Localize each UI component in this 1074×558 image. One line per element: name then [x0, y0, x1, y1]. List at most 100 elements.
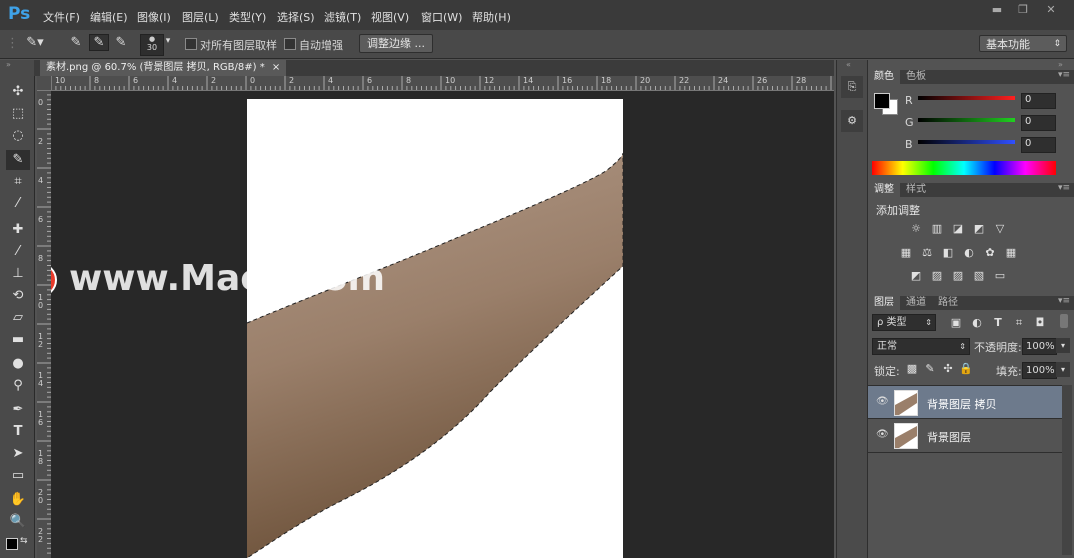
invert-icon[interactable]: ◩ [908, 269, 924, 282]
channel-r-input[interactable]: 0 [1021, 93, 1056, 109]
add-to-selection-icon[interactable]: ✎ [89, 34, 109, 51]
move-tool-icon[interactable]: ✣ [6, 82, 30, 102]
tab-swatches[interactable]: 色板 [900, 70, 932, 84]
filter-toggle[interactable] [1060, 314, 1068, 328]
healing-brush-tool-icon[interactable]: ✚ [6, 220, 30, 240]
menu-filter[interactable]: 滤镜(T) [324, 9, 361, 25]
fill-input[interactable]: 100% [1022, 362, 1057, 379]
filter-adjustment-icon[interactable]: ◐ [969, 316, 985, 329]
brightness-contrast-icon[interactable]: ☼ [908, 222, 924, 235]
posterize-icon[interactable]: ▨ [929, 269, 945, 282]
vibrance-icon[interactable]: ▽ [992, 222, 1008, 235]
menu-type[interactable]: 类型(Y) [229, 9, 266, 25]
quick-selection-preset-icon[interactable]: ✎▾ [20, 35, 50, 50]
filter-shape-icon[interactable]: ⌗ [1011, 316, 1027, 330]
foreground-color-swatch[interactable] [6, 538, 18, 550]
blur-tool-icon[interactable]: ● [6, 354, 30, 374]
curves-icon[interactable]: ◪ [950, 222, 966, 235]
history-panel-icon[interactable]: ⎘ [841, 76, 863, 98]
zoom-tool-icon[interactable]: 🔍 [6, 512, 30, 532]
menu-image[interactable]: 图像(I) [137, 9, 171, 25]
document-tab[interactable]: 素材.png @ 60.7% (背景图层 拷贝, RGB/8#) * × [40, 60, 287, 76]
menu-help[interactable]: 帮助(H) [472, 9, 511, 25]
chevron-down-icon[interactable]: ▾ [1056, 362, 1070, 377]
levels-icon[interactable]: ▥ [929, 222, 945, 235]
blend-mode-select[interactable]: 正常 ⇕ [872, 338, 970, 355]
menu-layer[interactable]: 图层(L) [182, 9, 219, 25]
menu-view[interactable]: 视图(V) [371, 9, 409, 25]
gradient-tool-icon[interactable]: ▬ [6, 330, 30, 350]
menu-file[interactable]: 文件(F) [43, 9, 80, 25]
properties-panel-icon[interactable]: ⚙ [841, 110, 863, 132]
close-icon[interactable]: ✕ [1040, 3, 1062, 17]
color-lookup-icon[interactable]: ▦ [1003, 246, 1019, 259]
subtract-selection-icon[interactable]: ✎ [112, 35, 130, 50]
tab-color[interactable]: 颜色 [868, 70, 900, 84]
new-selection-icon[interactable]: ✎ [67, 35, 85, 50]
crop-tool-icon[interactable]: ⌗ [6, 172, 30, 192]
color-balance-icon[interactable]: ⚖ [919, 246, 935, 259]
filter-smart-object-icon[interactable]: ◘ [1032, 316, 1048, 329]
lock-image-icon[interactable]: ✎ [922, 362, 938, 375]
eye-icon[interactable]: 👁 [876, 429, 889, 440]
tab-paths[interactable]: 路径 [932, 296, 964, 310]
marquee-tool-icon[interactable]: ⬚ [6, 104, 30, 124]
hue-saturation-icon[interactable]: ▦ [898, 246, 914, 259]
tab-channels[interactable]: 通道 [900, 296, 932, 310]
minimize-icon[interactable]: ▬ [986, 3, 1008, 17]
type-tool-icon[interactable]: T [6, 422, 30, 442]
eraser-tool-icon[interactable]: ▱ [6, 308, 30, 328]
foreground-color-swatch[interactable] [874, 93, 890, 109]
layer-row[interactable]: 👁 背景图层 [868, 418, 1062, 453]
path-selection-tool-icon[interactable]: ➤ [6, 444, 30, 464]
pen-tool-icon[interactable]: ✒ [6, 400, 30, 420]
tab-close-icon[interactable]: × [272, 62, 280, 73]
layer-row[interactable]: 👁 背景图层 拷贝 [868, 385, 1062, 419]
menu-select[interactable]: 选择(S) [277, 9, 315, 25]
history-brush-tool-icon[interactable]: ⟲ [6, 286, 30, 306]
collapse-icon[interactable]: » [1058, 60, 1063, 69]
rectangle-tool-icon[interactable]: ▭ [6, 466, 30, 486]
hand-tool-icon[interactable]: ✋ [6, 490, 30, 510]
menu-edit[interactable]: 编辑(E) [90, 9, 128, 25]
gradient-map-icon[interactable]: ▭ [992, 269, 1008, 282]
refine-edge-button[interactable]: 调整边缘 ... [359, 34, 433, 53]
photo-filter-icon[interactable]: ◐ [961, 246, 977, 259]
brush-tool-icon[interactable]: ⁄ [6, 242, 30, 262]
workspace-select[interactable]: 基本功能 ⇕ [979, 35, 1067, 52]
clone-stamp-tool-icon[interactable]: ⊥ [6, 264, 30, 284]
auto-enhance-checkbox[interactable] [284, 38, 296, 50]
threshold-icon[interactable]: ▨ [950, 269, 966, 282]
channel-b-input[interactable]: 0 [1021, 137, 1056, 153]
channel-g-slider[interactable] [918, 118, 1015, 122]
panel-menu-icon[interactable]: ▾≡ [1058, 183, 1070, 193]
eye-icon[interactable]: 👁 [876, 396, 889, 407]
selective-color-icon[interactable]: ▧ [971, 269, 987, 282]
panel-menu-icon[interactable]: ▾≡ [1058, 70, 1070, 80]
opacity-input[interactable]: 100% [1022, 338, 1057, 355]
filter-pixel-icon[interactable]: ▣ [948, 316, 964, 329]
eyedropper-tool-icon[interactable]: ⁄ [6, 194, 30, 214]
swap-colors-icon[interactable]: ⇆ [20, 536, 28, 546]
filter-type-icon[interactable]: T [990, 316, 1006, 329]
black-white-icon[interactable]: ◧ [940, 246, 956, 259]
quick-selection-tool-icon[interactable]: ✎ [6, 150, 30, 170]
chevron-down-icon[interactable]: ▾ [1056, 338, 1070, 353]
channel-b-slider[interactable] [918, 140, 1015, 144]
menu-window[interactable]: 窗口(W) [421, 9, 462, 25]
tab-styles[interactable]: 样式 [900, 183, 932, 197]
layer-filter-select[interactable]: ρ 类型 ⇕ [872, 314, 936, 331]
layers-scrollbar[interactable] [1062, 385, 1072, 555]
restore-icon[interactable]: ❐ [1012, 3, 1034, 17]
collapse-icon[interactable]: « [846, 60, 851, 69]
channel-g-input[interactable]: 0 [1021, 115, 1056, 131]
lock-position-icon[interactable]: ✣ [940, 362, 956, 375]
exposure-icon[interactable]: ◩ [971, 222, 987, 235]
document-canvas[interactable]: Z www.MacZ.com [51, 91, 834, 558]
lock-all-icon[interactable]: 🔒 [958, 362, 974, 375]
tab-layers[interactable]: 图层 [868, 296, 900, 310]
channel-mixer-icon[interactable]: ✿ [982, 246, 998, 259]
brush-size-picker[interactable]: ● 30 [140, 34, 164, 56]
chevron-down-icon[interactable]: ▾ [163, 36, 173, 46]
color-spectrum-bar[interactable] [872, 161, 1056, 175]
